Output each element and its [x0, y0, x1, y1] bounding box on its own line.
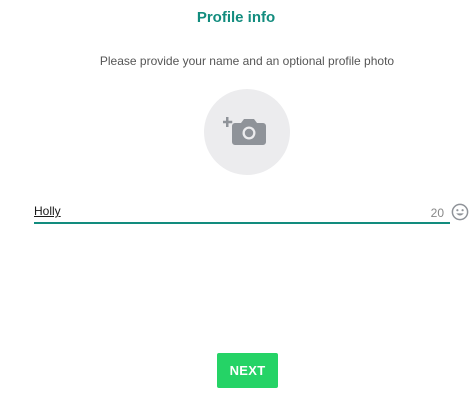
emoji-button[interactable] [451, 203, 469, 221]
name-input[interactable] [34, 202, 418, 220]
profile-photo-button[interactable] [204, 89, 290, 175]
page-subtitle: Please provide your name and an optional… [99, 54, 395, 68]
smiley-icon [451, 203, 469, 221]
char-counter: 20 [430, 206, 444, 220]
add-camera-icon [223, 117, 266, 145]
name-input-underline [34, 222, 450, 224]
profile-info-page: Profile info Please provide your name an… [0, 0, 472, 397]
next-button[interactable]: NEXT [217, 353, 278, 388]
page-title: Profile info [196, 9, 276, 26]
